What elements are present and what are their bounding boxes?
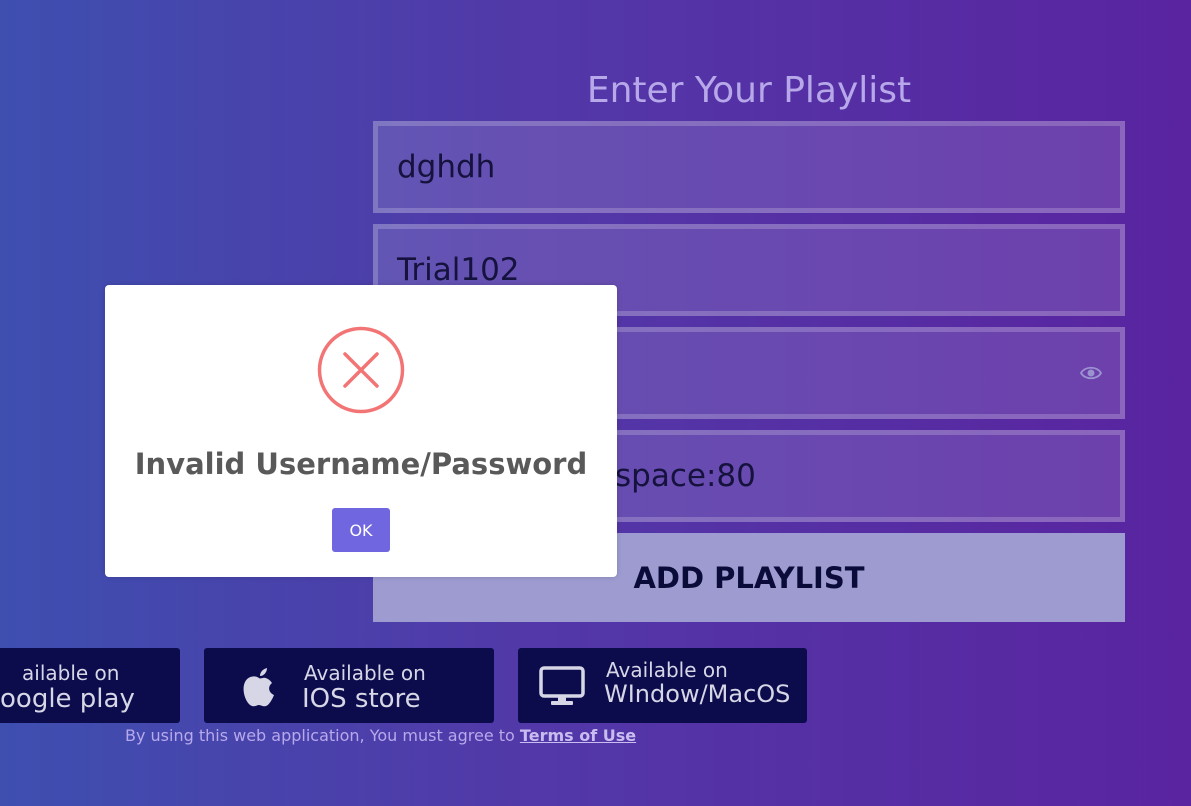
dialog-message: Invalid Username/Password <box>134 447 588 481</box>
terms-notice: By using this web application, You must … <box>125 726 636 745</box>
ios-small-label: Available on <box>304 661 426 685</box>
eye-icon[interactable] <box>1080 365 1102 381</box>
playlist-name-input[interactable] <box>378 126 1120 208</box>
desktop-badge[interactable]: Available on WIndow/MacOS <box>518 648 807 723</box>
ok-button[interactable]: OK <box>332 508 390 552</box>
google-play-badge[interactable]: ailable on oogle play <box>0 648 180 723</box>
error-dialog: Invalid Username/Password OK <box>105 285 617 577</box>
ios-big-label: IOS store <box>302 684 421 714</box>
google-play-small-label: ailable on <box>22 661 120 685</box>
google-play-big-label: oogle play <box>0 684 135 714</box>
error-x-icon <box>317 326 405 414</box>
terms-of-use-link[interactable]: Terms of Use <box>520 726 636 745</box>
desktop-big-label: WIndow/MacOS <box>604 680 791 708</box>
monitor-icon <box>539 666 585 705</box>
playlist-name-field[interactable] <box>373 121 1125 213</box>
apple-icon <box>243 668 274 707</box>
ios-store-badge[interactable]: Available on IOS store <box>204 648 494 723</box>
desktop-small-label: Available on <box>606 658 728 682</box>
terms-text: By using this web application, You must … <box>125 726 520 745</box>
form-title: Enter Your Playlist <box>586 70 912 111</box>
